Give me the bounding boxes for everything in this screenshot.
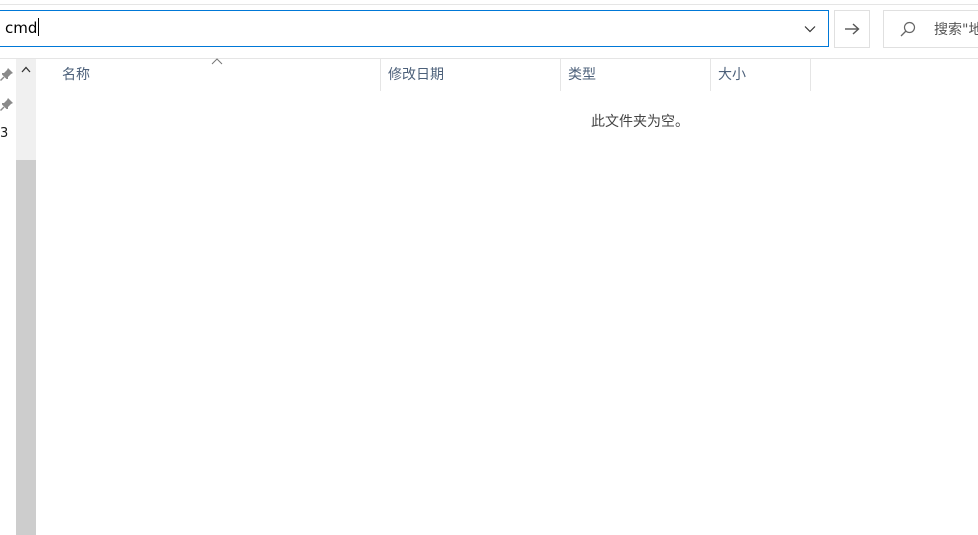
go-button[interactable] <box>834 10 870 48</box>
top-divider <box>0 4 978 5</box>
text-caret <box>38 18 40 36</box>
column-header-name[interactable]: 名称 <box>36 59 381 91</box>
chevron-up-icon <box>21 66 31 72</box>
column-header-label: 名称 <box>62 67 90 83</box>
arrow-right-icon <box>845 23 860 35</box>
search-placeholder: 搜索"地 <box>934 22 978 38</box>
scroll-up-button[interactable] <box>16 59 36 79</box>
address-bar[interactable]: cmd <box>0 10 829 47</box>
column-header-label: 修改日期 <box>388 67 444 83</box>
empty-folder-message: 此文件夹为空。 <box>591 114 689 130</box>
address-input[interactable]: cmd <box>5 11 785 46</box>
pin-icon[interactable] <box>0 67 14 81</box>
file-explorer-window: cmd 搜索"地 3 名称 修改日期 类型 大小 此文件夹为空。 <box>0 0 978 535</box>
address-input-value: cmd <box>5 19 38 37</box>
address-history-dropdown-button[interactable] <box>796 11 824 46</box>
chevron-down-icon <box>804 25 816 32</box>
search-icon <box>898 20 918 40</box>
navigation-scrollbar[interactable] <box>16 59 36 535</box>
column-header-label: 类型 <box>568 67 596 83</box>
scroll-thumb[interactable] <box>16 160 36 535</box>
column-header-date-modified[interactable]: 修改日期 <box>381 59 561 91</box>
nav-item-partial-label[interactable]: 3 <box>0 126 8 141</box>
column-header-label: 大小 <box>718 67 746 83</box>
pin-icon[interactable] <box>0 97 14 111</box>
column-header-size[interactable]: 大小 <box>711 59 811 91</box>
search-box[interactable]: 搜索"地 <box>883 10 978 48</box>
column-header-type[interactable]: 类型 <box>561 59 711 91</box>
